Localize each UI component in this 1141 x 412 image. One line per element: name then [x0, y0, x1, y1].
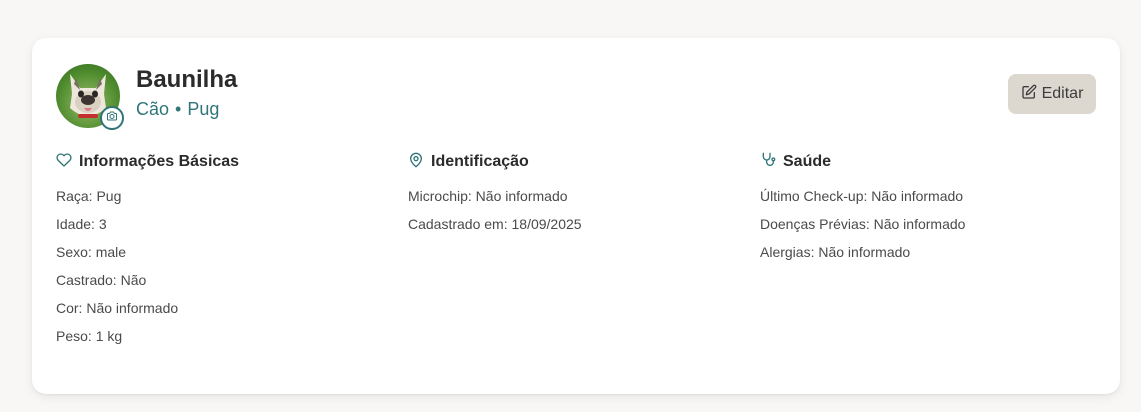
subtitle-separator: • — [175, 99, 182, 119]
info-breed: Raça: Pug — [56, 188, 122, 204]
edit-button[interactable]: Editar — [1008, 74, 1096, 114]
info-weight: Peso: 1 kg — [56, 328, 123, 344]
pet-avatar-wrap — [56, 64, 124, 130]
info-age: Idade: 3 — [56, 216, 107, 232]
pet-species-breed: Cão • Pug — [136, 99, 219, 120]
info-last-checkup: Último Check-up: Não informado — [760, 188, 964, 204]
basic-info-title: Informações Básicas — [79, 153, 240, 170]
identification-section: Identificação Microchip: Não informado C… — [408, 152, 728, 242]
pet-name: Baunilha — [136, 66, 238, 93]
info-neutered: Castrado: Não — [56, 272, 147, 288]
info-previous-diseases: Doenças Prévias: Não informado — [760, 216, 966, 232]
info-registered-date: Cadastrado em: 18/09/2025 — [408, 216, 582, 232]
info-color: Cor: Não informado — [56, 300, 179, 316]
change-photo-button[interactable] — [100, 106, 124, 130]
identification-header: Identificação — [408, 152, 728, 172]
health-title: Saúde — [783, 153, 832, 170]
heart-icon — [56, 152, 72, 173]
cropped-text-fragment: ▔▔▔▔▔▔▔▔ — [150, 0, 290, 4]
pet-breed: Pug — [187, 99, 220, 119]
pet-profile-card: Baunilha Cão • Pug Editar Informações Bá… — [32, 38, 1120, 394]
basic-info-section: Informações Básicas Raça: Pug Idade: 3 S… — [56, 152, 376, 354]
camera-icon — [106, 109, 118, 127]
info-sex: Sexo: male — [56, 244, 127, 260]
edit-icon — [1021, 84, 1037, 105]
identification-title: Identificação — [431, 153, 529, 170]
info-allergies: Alergias: Não informado — [760, 244, 911, 260]
info-microchip: Microchip: Não informado — [408, 188, 568, 204]
health-header: Saúde — [760, 152, 1080, 172]
map-pin-icon — [408, 152, 424, 173]
basic-info-header: Informações Básicas — [56, 152, 376, 172]
pet-species: Cão — [136, 99, 170, 119]
stethoscope-icon — [760, 152, 776, 173]
health-section: Saúde Último Check-up: Não informado Doe… — [760, 152, 1080, 270]
edit-button-label: Editar — [1041, 85, 1084, 102]
